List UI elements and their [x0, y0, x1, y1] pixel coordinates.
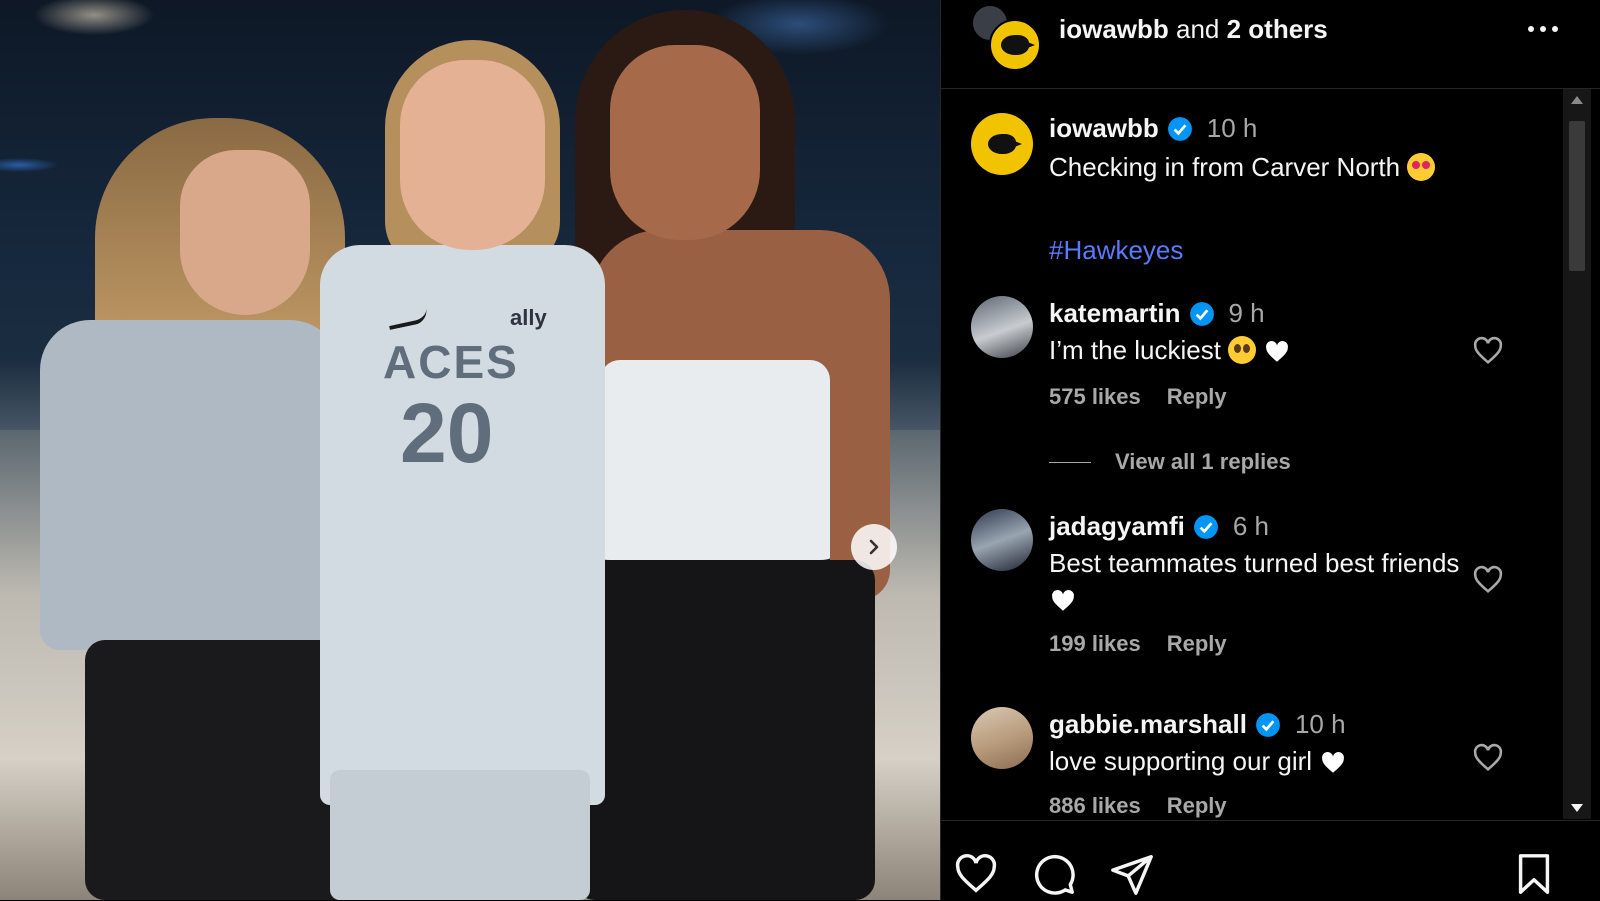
- divider: [1049, 461, 1091, 463]
- person-right-top: [600, 360, 830, 568]
- post-side-panel: iowawbb and 2 others iowawbb 10 h Checki…: [940, 0, 1600, 900]
- header-username[interactable]: iowawbb: [1059, 14, 1169, 44]
- comment-likes[interactable]: 886 likes: [1049, 793, 1141, 819]
- pleading-face-emoji-icon: [1228, 336, 1257, 365]
- comment-heading: katemartin 9 h: [1049, 298, 1265, 329]
- white-heart-emoji-icon: [1052, 590, 1074, 611]
- hawkeye-icon: [988, 134, 1022, 154]
- comment-text: love supporting our girl: [1049, 746, 1313, 776]
- jersey-team: ACES: [383, 336, 519, 388]
- comment-likes[interactable]: 575 likes: [1049, 384, 1141, 410]
- avatar[interactable]: [971, 707, 1033, 769]
- header-and-text: and: [1168, 14, 1227, 44]
- person-right-pants: [575, 560, 875, 900]
- caption-time: 10 h: [1206, 113, 1258, 143]
- comment-heading: jadagyamfi 6 h: [1049, 511, 1269, 542]
- verified-icon: [1193, 514, 1218, 539]
- iowa-logo-avatar: [989, 19, 1041, 71]
- like-comment-heart-icon[interactable]: [1471, 563, 1505, 597]
- hawkeye-icon: [1001, 35, 1035, 55]
- comment-meta: 199 likes Reply: [1049, 631, 1227, 657]
- person-middle-shorts: [330, 770, 590, 900]
- like-comment-heart-icon[interactable]: [1471, 334, 1505, 368]
- scroll-thumb[interactable]: [1569, 121, 1585, 271]
- view-replies-label: View all 1 replies: [1115, 449, 1291, 474]
- jersey-brand: ally: [510, 305, 547, 330]
- person-middle-jersey: [320, 245, 605, 805]
- comment-username[interactable]: jadagyamfi: [1049, 511, 1185, 542]
- star-struck-emoji-icon: [1407, 153, 1436, 182]
- comment-text: I’m the luckiest: [1049, 335, 1221, 365]
- avatar[interactable]: [971, 296, 1033, 358]
- person-middle-face: [400, 60, 545, 250]
- view-replies-button[interactable]: View all 1 replies: [1049, 449, 1291, 475]
- comment-text-row: Best teammates turned best friends: [1049, 545, 1489, 617]
- comment-icon[interactable]: [1031, 851, 1077, 897]
- comment-time: 9 h: [1228, 298, 1265, 328]
- comments-list[interactable]: iowawbb 10 h Checking in from Carver Nor…: [941, 89, 1561, 819]
- share-icon[interactable]: [1109, 851, 1155, 897]
- more-options-icon[interactable]: [1523, 14, 1563, 44]
- post-header: iowawbb and 2 others: [941, 0, 1600, 89]
- comment-text-row: love supporting our girl: [1049, 743, 1489, 779]
- scroll-down-icon[interactable]: [1563, 797, 1591, 819]
- comment-item: katemartin 9 h I’m the luckiest 575 like…: [941, 294, 1561, 484]
- verified-icon: [1167, 116, 1192, 141]
- avatar[interactable]: [971, 113, 1033, 175]
- caption-text-row: Checking in from Carver North: [1049, 149, 1489, 185]
- comment-text: Best teammates turned best friends: [1049, 548, 1460, 578]
- hashtag-link[interactable]: #Hawkeyes: [1049, 235, 1183, 266]
- comment-time: 10 h: [1294, 709, 1346, 739]
- comment-item: gabbie.marshall 10 h love supporting our…: [941, 705, 1561, 819]
- next-image-button[interactable]: [851, 524, 897, 570]
- person-left-shirt: [40, 320, 340, 650]
- comments-scrollbar[interactable]: [1563, 89, 1591, 819]
- white-heart-emoji-icon: [1322, 752, 1345, 773]
- reply-button[interactable]: Reply: [1167, 631, 1227, 657]
- comment-text-row: I’m the luckiest: [1049, 332, 1489, 368]
- chevron-right-icon: [869, 539, 879, 555]
- reply-button[interactable]: Reply: [1167, 384, 1227, 410]
- caption-text: Checking in from Carver North: [1049, 152, 1401, 182]
- verified-icon: [1189, 301, 1214, 326]
- caption-heading: iowawbb 10 h: [1049, 113, 1257, 144]
- avatar[interactable]: [971, 509, 1033, 571]
- heart-icon[interactable]: [953, 851, 999, 897]
- jersey-number: 20: [400, 386, 494, 480]
- header-title: iowawbb and 2 others: [1059, 14, 1328, 45]
- person-left-shorts: [85, 640, 355, 900]
- comment-heading: gabbie.marshall 10 h: [1049, 709, 1346, 740]
- person-left-face: [180, 150, 310, 315]
- comment-meta: 575 likes Reply: [1049, 384, 1227, 410]
- post-photo: ally ACES 20: [0, 0, 940, 900]
- caption-username[interactable]: iowawbb: [1049, 113, 1159, 144]
- comment-meta: 886 likes Reply: [1049, 793, 1227, 819]
- post-caption: iowawbb 10 h Checking in from Carver Nor…: [941, 109, 1561, 279]
- like-comment-heart-icon[interactable]: [1471, 741, 1505, 775]
- comment-time: 6 h: [1232, 511, 1269, 541]
- comment-item: jadagyamfi 6 h Best teammates turned bes…: [941, 507, 1561, 677]
- verified-icon: [1256, 712, 1280, 737]
- comment-username[interactable]: katemartin: [1049, 298, 1181, 329]
- white-heart-emoji-icon: [1266, 341, 1289, 362]
- bookmark-icon[interactable]: [1511, 851, 1557, 897]
- comment-likes[interactable]: 199 likes: [1049, 631, 1141, 657]
- scroll-up-icon[interactable]: [1563, 89, 1591, 111]
- person-right-face: [610, 45, 760, 240]
- collab-avatars[interactable]: [971, 4, 1041, 71]
- post-action-bar: [941, 820, 1600, 901]
- comment-username[interactable]: gabbie.marshall: [1049, 709, 1247, 740]
- header-others[interactable]: 2 others: [1227, 14, 1328, 44]
- reply-button[interactable]: Reply: [1167, 793, 1227, 819]
